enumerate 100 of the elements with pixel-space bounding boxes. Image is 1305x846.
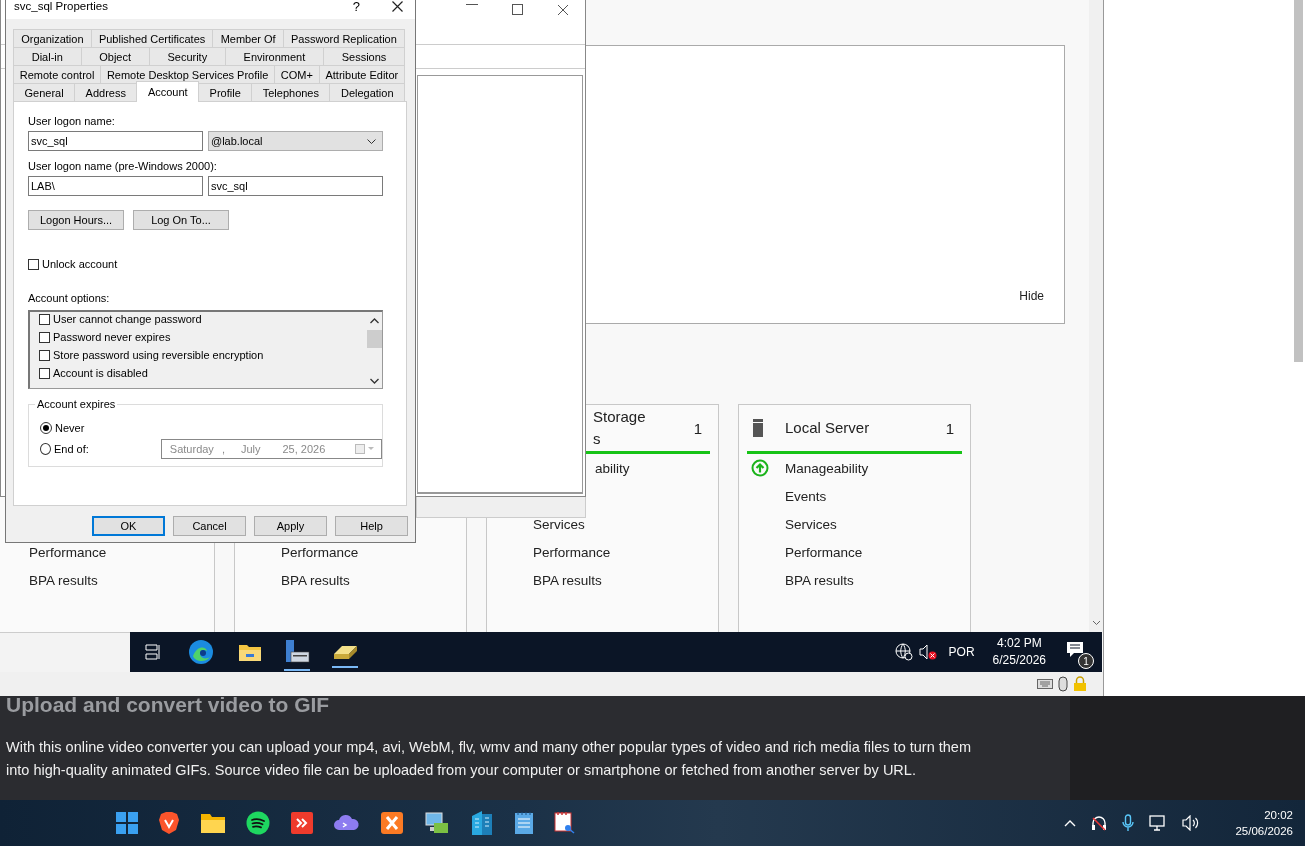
scrollbar[interactable] [1089, 0, 1103, 632]
tab[interactable]: Profile [198, 83, 253, 101]
dialog-button[interactable]: OK [92, 516, 165, 536]
headphones-icon[interactable] [1091, 815, 1108, 831]
chevron-up-icon[interactable] [369, 318, 379, 324]
tab[interactable]: Account [136, 81, 200, 102]
tile-link[interactable]: Performance [281, 544, 359, 560]
browser-icon[interactable] [188, 639, 214, 665]
dialog-button[interactable]: Apply [254, 516, 327, 536]
tab[interactable]: Telephones [251, 83, 331, 101]
tile-link[interactable]: BPA results [533, 572, 602, 588]
radio-button[interactable] [40, 421, 52, 434]
dialog-button[interactable]: Cancel [173, 516, 246, 536]
input-field[interactable]: LAB\ [28, 176, 203, 196]
tab[interactable]: Remote control [13, 65, 102, 83]
tab[interactable]: Address [74, 83, 138, 101]
domain-dropdown[interactable]: @lab.local [208, 131, 383, 151]
input-field[interactable]: svc_sql [28, 131, 203, 151]
checkbox-label[interactable]: Store password using reversible encryption [53, 349, 264, 361]
mouse-icon [1058, 676, 1068, 692]
task-view-icon[interactable] [145, 644, 161, 660]
tile-title[interactable]: s [593, 428, 694, 450]
checkbox[interactable] [39, 313, 50, 325]
scrollbar-thumb[interactable] [366, 330, 382, 348]
checkbox-label[interactable]: User cannot change password [53, 313, 202, 325]
language-indicator[interactable]: POR [948, 645, 975, 659]
x-logo-icon[interactable] [380, 811, 404, 835]
close-icon[interactable] [392, 0, 403, 12]
computer-icon[interactable] [424, 811, 450, 835]
tile-link[interactable]: Services [785, 516, 837, 532]
network-icon[interactable] [1149, 815, 1168, 831]
tab[interactable]: Organization [13, 29, 92, 47]
notepad-icon[interactable] [514, 811, 534, 835]
folder-icon[interactable] [238, 642, 262, 662]
folder-icon[interactable] [200, 812, 226, 834]
notification-badge: 1 [1078, 653, 1094, 669]
close-icon[interactable] [557, 4, 569, 16]
tile-link[interactable]: Events [785, 488, 827, 504]
tile-link[interactable]: ability [595, 460, 630, 476]
tab[interactable]: Delegation [329, 83, 406, 101]
checkbox-label[interactable]: Account is disabled [53, 367, 148, 379]
tile-count: 1 [693, 419, 702, 437]
dialog-title: svc_sql Properties [14, 0, 109, 12]
shield-icon[interactable] [158, 811, 180, 835]
microphone-icon[interactable] [1122, 814, 1135, 832]
checkbox[interactable] [39, 331, 50, 343]
tile-link[interactable]: BPA results [785, 572, 854, 588]
tab[interactable]: Sessions [323, 47, 405, 65]
chevron-down-icon[interactable] [369, 378, 379, 384]
input-field[interactable]: svc_sql [208, 176, 383, 196]
sound-wave-icon[interactable] [246, 811, 270, 835]
radio-label[interactable]: Never [55, 421, 85, 434]
checkbox-label[interactable]: Password never expires [53, 331, 171, 343]
tab[interactable]: Password Replication [282, 29, 405, 47]
checkbox-label[interactable]: Unlock account [42, 258, 118, 270]
tile-title[interactable]: Storage [593, 406, 694, 428]
tab[interactable]: Remote Desktop Services Profile [100, 65, 276, 83]
notification-icon[interactable] [1066, 641, 1084, 659]
tile-link[interactable]: Performance [785, 544, 863, 560]
tile-link[interactable]: Performance [533, 544, 611, 560]
checkbox[interactable] [28, 258, 39, 270]
start-button[interactable] [116, 812, 138, 834]
tile-link[interactable]: Services [533, 516, 585, 532]
calendar-icon [355, 443, 375, 454]
tab[interactable]: Published Certificates [90, 29, 214, 47]
server-icon[interactable] [284, 639, 310, 671]
tile-title[interactable]: Local Server [785, 417, 946, 439]
clock[interactable]: 4:02 PM 6/25/2026 [992, 635, 1046, 669]
arrows-icon[interactable] [290, 811, 314, 835]
speaker-icon[interactable] [1182, 815, 1201, 831]
tab[interactable]: Attribute Editor [318, 65, 405, 83]
tab[interactable]: Dial-in [13, 47, 82, 65]
maximize-icon[interactable] [512, 4, 523, 15]
speaker-muted-icon[interactable] [918, 644, 937, 660]
radio-button[interactable] [40, 442, 51, 455]
tile-link[interactable]: Performance [29, 544, 107, 560]
globe-icon[interactable] [894, 643, 913, 661]
clock[interactable]: 20:02 25/06/2026 [1235, 807, 1293, 839]
minimize-icon[interactable] [466, 4, 478, 6]
dialog-button[interactable]: Log On To... [133, 210, 229, 230]
dialog-button[interactable]: Logon Hours... [28, 210, 124, 230]
document-icon[interactable] [554, 811, 576, 835]
field-label: User logon name (pre-Windows 2000): [28, 159, 218, 173]
tab[interactable]: Member Of [212, 29, 284, 47]
hide-link[interactable]: Hide [1019, 289, 1044, 303]
tab[interactable]: COM+ [274, 65, 320, 83]
checkbox[interactable] [39, 349, 50, 361]
tile-link[interactable]: Manageability [785, 460, 869, 476]
scrollbar-thumb[interactable] [1294, 0, 1303, 362]
dialog-button[interactable]: Help [335, 516, 408, 536]
checkbox[interactable] [39, 367, 50, 379]
help-button[interactable]: ? [352, 0, 360, 14]
tile-link[interactable]: BPA results [29, 572, 98, 588]
tile-link[interactable]: BPA results [281, 572, 350, 588]
tab[interactable]: Object [80, 47, 150, 65]
building-icon[interactable] [470, 810, 494, 836]
tab[interactable]: General [13, 83, 76, 101]
radio-label[interactable]: End of: [54, 442, 89, 455]
tab[interactable]: Security [148, 47, 226, 65]
tab[interactable]: Environment [224, 47, 324, 65]
